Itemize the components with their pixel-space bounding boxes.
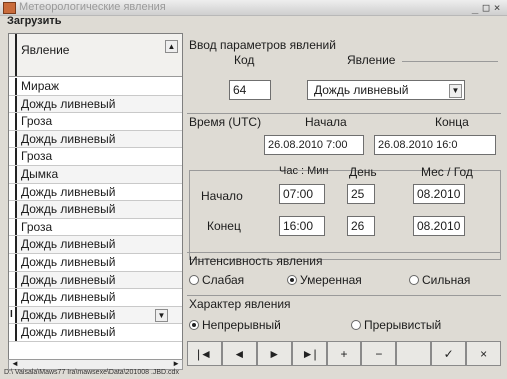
- hour-min-header: Час : Мин: [279, 165, 329, 177]
- first-record-button[interactable]: |◄: [187, 341, 222, 366]
- list-item[interactable]: Дождь ливневый: [9, 130, 182, 149]
- list-header: Явление ▲: [9, 34, 182, 77]
- minimize-button[interactable]: _: [470, 1, 481, 14]
- prev-record-button[interactable]: ◄: [221, 341, 257, 366]
- end-hour-min-input[interactable]: 16:00: [279, 216, 325, 236]
- phenomena-list[interactable]: Явление ▲ Мираж Дождь ливневый Гроза Дождь …: [8, 33, 183, 361]
- radio-selected-icon: [189, 320, 199, 330]
- start-row-label: Начало: [201, 189, 243, 203]
- details-panel: Ввод параметров явлений Код Явление 64 Д…: [187, 33, 502, 368]
- radio-selected-icon: [287, 275, 297, 285]
- list-item[interactable]: Дымка: [9, 165, 182, 184]
- list-item-label: Гроза: [21, 114, 53, 129]
- list-item[interactable]: Дождь ливневый: [9, 271, 182, 290]
- end-day-input[interactable]: 26: [347, 216, 375, 236]
- character-title: Характер явления: [189, 297, 291, 311]
- list-item[interactable]: Дождь ливневый: [9, 253, 182, 272]
- start-month-year-input[interactable]: 08.2010: [413, 184, 465, 204]
- intensity-moderate-radio[interactable]: Умеренная: [287, 273, 362, 287]
- start-hour-min-input[interactable]: 07:00: [279, 184, 325, 204]
- cancel-record-button[interactable]: ×: [466, 341, 502, 366]
- list-item-label: Дождь ливневый: [21, 237, 116, 252]
- window-controls: _ □ ×: [470, 1, 503, 14]
- list-item-label: Дождь ливневый: [21, 96, 116, 111]
- scroll-left-icon[interactable]: ◄: [11, 359, 19, 368]
- delete-record-button[interactable]: −: [361, 341, 397, 366]
- list-item[interactable]: Гроза: [9, 218, 182, 237]
- list-item-label: Дымка: [21, 166, 59, 181]
- list-header-label: Явление: [21, 43, 70, 57]
- list-item[interactable]: Гроза: [9, 148, 182, 166]
- intensity-strong-radio[interactable]: Сильная: [409, 273, 470, 287]
- radio-icon: [189, 275, 199, 285]
- list-item[interactable]: Дождь ливневый: [9, 183, 182, 202]
- time-end-field[interactable]: 26.08.2010 16:0: [374, 135, 496, 155]
- list-item-label: Дождь ливневый: [21, 325, 116, 340]
- status-bar-path: D:\ Vaisala\Maws77 Ira\mawsexe\Data\2010…: [4, 369, 179, 376]
- code-input[interactable]: 64: [229, 80, 271, 100]
- chevron-down-icon[interactable]: ▼: [449, 84, 462, 98]
- params-group-title: Ввод параметров явлений: [189, 38, 336, 52]
- list-item-label: Дождь ливневый: [21, 272, 116, 287]
- list-item-label: Гроза: [21, 149, 53, 164]
- app-icon: [3, 2, 16, 14]
- maximize-button[interactable]: □: [481, 1, 492, 14]
- list-item-label: Гроза: [21, 219, 53, 234]
- character-continuous-radio[interactable]: Непрерывный: [189, 318, 281, 332]
- list-item[interactable]: Дождь ливневый: [9, 236, 182, 254]
- start-day-input[interactable]: 25: [347, 184, 375, 204]
- list-item[interactable]: Дождь ливневый: [9, 201, 182, 219]
- code-label: Код: [234, 53, 255, 67]
- record-navigator: |◄ ◄ ► ►| + − ✓ ×: [187, 341, 502, 366]
- scroll-right-icon[interactable]: ►: [172, 359, 180, 368]
- window-title: Метеорологические явления: [19, 1, 166, 13]
- list-item[interactable]: Дождь ливневый: [9, 324, 182, 342]
- current-record-marker: I: [10, 308, 13, 320]
- close-button[interactable]: ×: [492, 1, 503, 14]
- list-item[interactable]: Дождь ливневый: [9, 95, 182, 114]
- character-intermittent-radio[interactable]: Прерывистый: [351, 318, 441, 332]
- list-item-label: Дождь ливневый: [21, 307, 116, 322]
- list-item[interactable]: Гроза: [9, 113, 182, 131]
- time-start-field[interactable]: 26.08.2010 7:00: [264, 135, 364, 155]
- list-item-label: Дождь ливневый: [21, 184, 116, 199]
- list-item-label: Мираж: [21, 79, 60, 93]
- time-start-label: Начала: [305, 115, 347, 129]
- phenomenon-value: Дождь ливневый: [314, 83, 409, 97]
- phenomenon-label: Явление: [347, 53, 396, 67]
- time-label: Время (UTC): [189, 115, 262, 129]
- app-window: Метеорологические явления _ □ × Загрузить …: [0, 0, 507, 379]
- list-rows: Мираж Дождь ливневый Гроза Дождь ливневый Гр…: [9, 78, 182, 342]
- phenomenon-select[interactable]: Дождь ливневый ▼: [307, 80, 465, 100]
- post-record-button[interactable]: ✓: [431, 341, 467, 366]
- radio-icon: [409, 275, 419, 285]
- list-item-label: Дождь ливневый: [21, 202, 116, 217]
- radio-icon: [351, 320, 361, 330]
- day-header: День: [349, 165, 377, 179]
- end-row-label: Конец: [207, 219, 241, 233]
- intensity-weak-radio[interactable]: Слабая: [189, 273, 244, 287]
- month-year-header: Мес / Год: [421, 165, 473, 179]
- time-end-label: Конца: [435, 115, 469, 129]
- menu-load[interactable]: Загрузить: [7, 15, 62, 27]
- list-item-label: Дождь ливневый: [21, 254, 116, 269]
- edit-record-button[interactable]: [396, 341, 432, 366]
- list-item[interactable]: I Дождь ливневый ▼: [9, 306, 182, 325]
- scroll-up-icon[interactable]: ▲: [165, 40, 178, 53]
- next-record-button[interactable]: ►: [256, 341, 292, 366]
- end-month-year-input[interactable]: 08.2010: [413, 216, 465, 236]
- list-item-label: Дождь ливневый: [21, 131, 116, 146]
- list-item[interactable]: Мираж: [9, 78, 182, 96]
- list-item-label: Дождь ливневый: [21, 290, 116, 305]
- last-record-button[interactable]: ►|: [291, 341, 327, 366]
- intensity-title: Интенсивность явления: [189, 254, 323, 268]
- menu-bar: Загрузить: [0, 15, 507, 28]
- title-bar: Метеорологические явления _ □ ×: [0, 0, 507, 16]
- add-record-button[interactable]: +: [326, 341, 362, 366]
- chevron-down-icon[interactable]: ▼: [155, 308, 168, 322]
- list-item[interactable]: Дождь ливневый: [9, 289, 182, 307]
